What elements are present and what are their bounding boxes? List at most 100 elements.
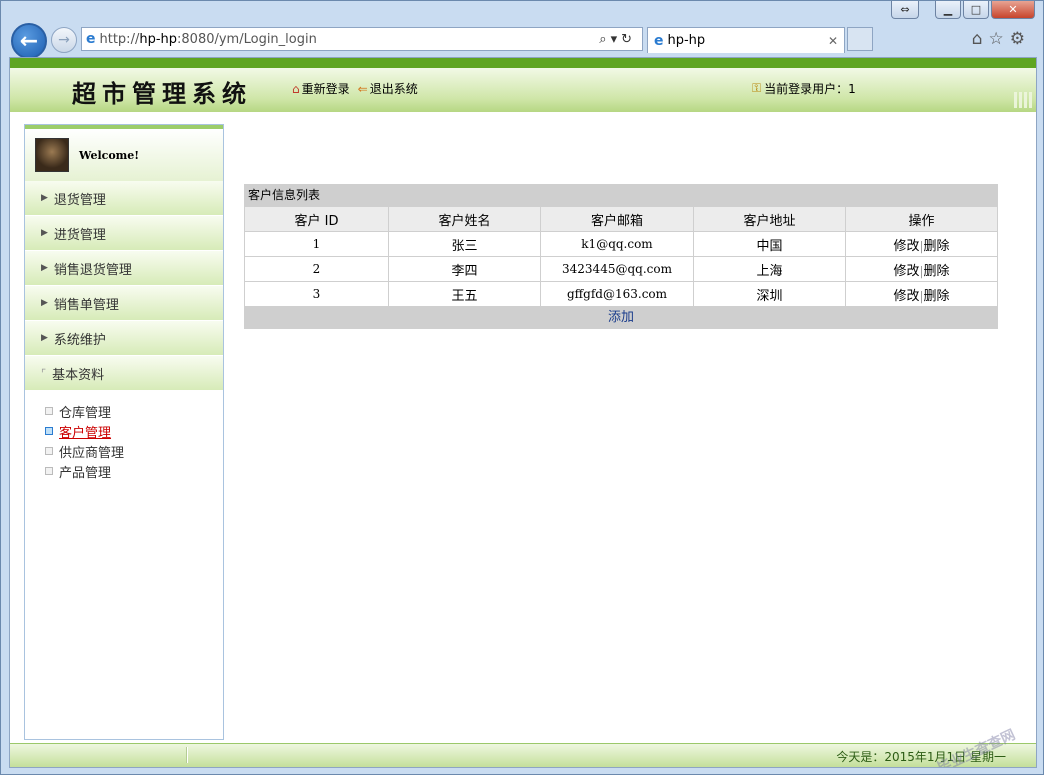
caret-right-icon: ▶ (41, 333, 48, 343)
cell-name: 王五 (388, 281, 541, 307)
bullet-icon (45, 447, 53, 455)
table-row: 3 王五 gffgfd@163.com 深圳 修改|删除 (244, 281, 998, 307)
restore-tabs-button[interactable]: ⇔ (891, 1, 919, 19)
add-customer-link[interactable]: 添加 (608, 310, 634, 325)
table-header-row: 客户 ID 客户姓名 客户邮箱 客户地址 操作 (244, 206, 998, 232)
sidebar-item-purchase-mgmt[interactable]: ▶ 进货管理 (25, 216, 223, 251)
cell-email: gffgfd@163.com (540, 281, 694, 307)
footer-divider (186, 747, 188, 763)
relogin-label: 重新登录 (301, 82, 350, 96)
table-row: 1 张三 k1@qq.com 中国 修改|删除 (244, 231, 998, 257)
close-button[interactable]: ✕ (991, 1, 1035, 19)
basic-data-submenu: 仓库管理 客户管理 供应商管理 产品管理 (25, 391, 223, 481)
current-user: ⚿ 当前登录用户：1 (752, 80, 856, 97)
cell-name: 张三 (388, 231, 541, 257)
tab-ie-icon: e (654, 32, 664, 49)
submenu-product-mgmt[interactable]: 产品管理 (45, 461, 223, 481)
sidebar-item-label: 销售单管理 (53, 297, 119, 313)
submenu-label: 仓库管理 (59, 405, 112, 421)
exit-label: 退出系统 (369, 82, 418, 96)
cell-email: 3423445@qq.com (540, 256, 694, 282)
cell-id: 1 (244, 231, 389, 257)
browser-tab[interactable]: e hp-hp ✕ (647, 27, 845, 53)
caret-right-icon: ▶ (41, 263, 48, 273)
delete-link[interactable]: 删除 (924, 264, 950, 279)
address-bar[interactable]: e http://hp-hp:8080/ym/Login_login ⌕▾↻ (81, 27, 643, 51)
caret-right-icon: ▶ (41, 193, 48, 203)
sidebar-item-label: 系统维护 (53, 332, 106, 348)
submenu-supplier-mgmt[interactable]: 供应商管理 (45, 441, 223, 461)
edit-link[interactable]: 修改 (893, 289, 919, 304)
cell-name: 李四 (388, 256, 541, 282)
add-customer-row: 添加 (244, 307, 998, 329)
navigation-bar: ← → e http://hp-hp:8080/ym/Login_login ⌕… (9, 23, 1035, 59)
sidebar-item-basic-data[interactable]: ⌜ 基本资料 (25, 356, 223, 391)
app-header: 超市管理系统 ⌂ 重新登录 ⇐ 退出系统 ⚿ 当前登录用户：1 (10, 58, 1036, 112)
sidebar-item-sales-return-mgmt[interactable]: ▶ 销售退货管理 (25, 251, 223, 286)
browser-window: ⇔ ▁ □ ✕ ← → e http://hp-hp:8080/ym/Login… (0, 0, 1044, 775)
edit-link[interactable]: 修改 (893, 264, 919, 279)
sidebar-item-sales-order-mgmt[interactable]: ▶ 销售单管理 (25, 286, 223, 321)
col-header-name: 客户姓名 (388, 206, 541, 232)
col-header-email: 客户邮箱 (540, 206, 694, 232)
caret-right-icon: ▶ (41, 228, 48, 238)
home-icon[interactable]: ⌂ (972, 29, 989, 49)
page-viewport: 超市管理系统 ⌂ 重新登录 ⇐ 退出系统 ⚿ 当前登录用户：1 Welcome! ▶… (9, 57, 1037, 768)
sidebar-item-label: 基本资料 (52, 367, 105, 383)
submenu-label: 供应商管理 (59, 445, 125, 461)
system-title: 超市管理系统 (72, 79, 252, 108)
cell-email: k1@qq.com (540, 231, 694, 257)
col-header-id: 客户 ID (244, 206, 389, 232)
welcome-box: Welcome! (25, 125, 223, 181)
submenu-label: 客户管理 (59, 425, 112, 441)
cell-address: 上海 (693, 256, 846, 282)
address-url: http://hp-hp:8080/ym/Login_login (99, 31, 317, 47)
current-user-label: 当前登录用户：1 (764, 82, 856, 96)
col-header-actions: 操作 (845, 206, 998, 232)
submenu-customer-mgmt[interactable]: 客户管理 (45, 421, 223, 441)
exit-link[interactable]: ⇐ 退出系统 (358, 80, 418, 97)
customer-list-panel: 客户信息列表 客户 ID 客户姓名 客户邮箱 客户地址 操作 1 张三 k1@q… (244, 184, 998, 329)
sidebar-item-system-maint[interactable]: ▶ 系统维护 (25, 321, 223, 356)
address-tools[interactable]: ⌕▾↻ (599, 32, 636, 47)
sidebar-item-label: 进货管理 (53, 227, 106, 243)
sidebar: Welcome! ▶ 退货管理 ▶ 进货管理 ▶ 销售退货管理 ▶ 销售单管理 ▶ 系统维… (24, 124, 224, 740)
relogin-link[interactable]: ⌂ 重新登录 (292, 80, 350, 97)
delete-link[interactable]: 删除 (924, 289, 950, 304)
cell-id: 2 (244, 256, 389, 282)
favorites-icon[interactable]: ☆ (989, 29, 1010, 49)
edit-link[interactable]: 修改 (893, 239, 919, 254)
ie-icon: e (86, 31, 96, 47)
panel-title: 客户信息列表 (244, 184, 998, 206)
header-links: ⌂ 重新登录 ⇐ 退出系统 (292, 80, 418, 97)
cell-address: 深圳 (693, 281, 846, 307)
submenu-label: 产品管理 (59, 465, 112, 481)
sidebar-item-return-mgmt[interactable]: ▶ 退货管理 (25, 181, 223, 216)
header-decoration (1014, 92, 1032, 108)
forward-button[interactable]: → (51, 27, 77, 53)
customer-table: 客户 ID 客户姓名 客户邮箱 客户地址 操作 1 张三 k1@qq.com 中… (244, 206, 998, 307)
sidebar-item-label: 退货管理 (53, 192, 106, 208)
cell-actions: 修改|删除 (845, 281, 998, 307)
sidebar-item-label: 销售退货管理 (53, 262, 132, 278)
caret-right-icon: ▶ (41, 298, 48, 308)
tab-close-icon[interactable]: ✕ (828, 34, 838, 48)
back-button[interactable]: ← (11, 23, 47, 59)
user-icon: ⚿ (752, 81, 762, 95)
tab-title: hp-hp (667, 33, 706, 48)
bullet-icon (45, 467, 53, 475)
maximize-button[interactable]: □ (963, 1, 989, 19)
welcome-text: Welcome! (79, 148, 140, 162)
submenu-warehouse-mgmt[interactable]: 仓库管理 (45, 401, 223, 421)
gear-icon[interactable]: ⚙ (1010, 29, 1031, 49)
browser-tools: ⌂☆⚙ (972, 29, 1031, 49)
table-row: 2 李四 3423445@qq.com 上海 修改|删除 (244, 256, 998, 282)
cell-id: 3 (244, 281, 389, 307)
cell-address: 中国 (693, 231, 846, 257)
col-header-address: 客户地址 (693, 206, 846, 232)
delete-link[interactable]: 删除 (924, 239, 950, 254)
exit-icon: ⇐ (357, 81, 368, 96)
home-icon: ⌂ (292, 81, 300, 96)
minimize-button[interactable]: ▁ (935, 1, 961, 19)
new-tab-button[interactable] (847, 27, 873, 51)
